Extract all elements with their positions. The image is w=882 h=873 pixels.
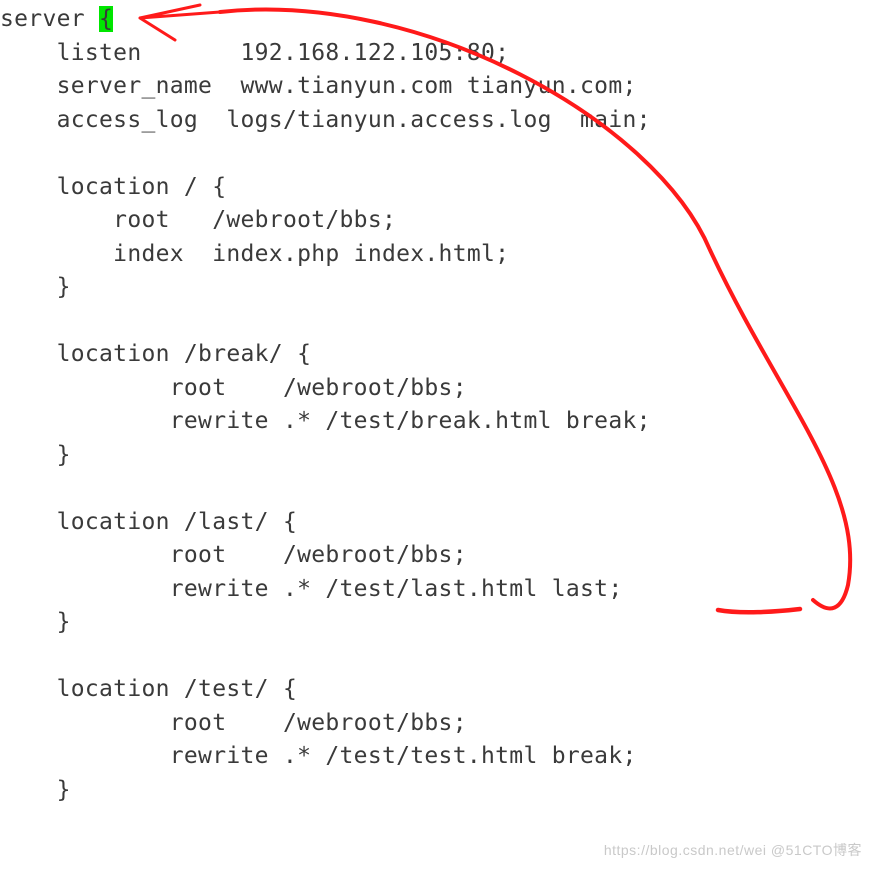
code-line-20: location /test/ {	[0, 676, 297, 702]
code-text: server	[0, 6, 99, 32]
code-line-22: rewrite .* /test/test.html break;	[0, 743, 637, 769]
watermark: https://blog.csdn.net/wei @51CTO博客	[604, 834, 862, 868]
code-line-1: listen 192.168.122.105:80;	[0, 40, 509, 66]
code-line-2: server_name www.tianyun.com tianyun.com;	[0, 73, 637, 99]
underline-last	[718, 609, 800, 612]
code-line-18: }	[0, 609, 71, 635]
code-line-17: rewrite .* /test/last.html last;	[0, 576, 622, 602]
code-line-6: root /webroot/bbs;	[0, 207, 396, 233]
code-line-15: location /last/ {	[0, 509, 297, 535]
code-line-11: root /webroot/bbs;	[0, 375, 467, 401]
code-line-21: root /webroot/bbs;	[0, 710, 467, 736]
code-line-16: root /webroot/bbs;	[0, 542, 467, 568]
code-line-13: }	[0, 442, 71, 468]
code-line-3: access_log logs/tianyun.access.log main;	[0, 107, 651, 133]
code-line-0: server {	[0, 6, 113, 32]
code-line-10: location /break/ {	[0, 341, 311, 367]
code-line-12: rewrite .* /test/break.html break;	[0, 408, 651, 434]
code-line-8: }	[0, 274, 71, 300]
nginx-config-code: server { listen 192.168.122.105:80; serv…	[0, 3, 651, 807]
code-line-5: location / {	[0, 174, 226, 200]
highlighted-brace: {	[99, 6, 113, 32]
code-line-23: }	[0, 777, 71, 803]
code-line-7: index index.php index.html;	[0, 241, 509, 267]
